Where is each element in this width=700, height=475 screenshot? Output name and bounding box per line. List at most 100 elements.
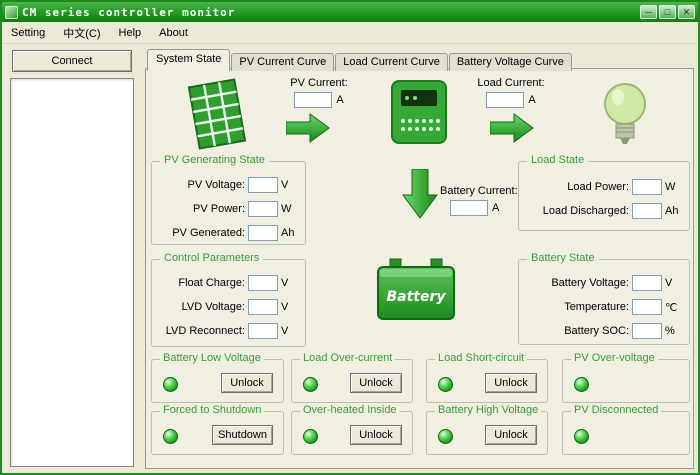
forced-to-shutdown-led (163, 429, 178, 444)
battery-low-voltage-led (163, 377, 178, 392)
temperature-row: Temperature: ℃ (527, 299, 681, 315)
temperature-unit: ℃ (665, 301, 681, 314)
menu-item-language[interactable]: 中文(C) (54, 22, 109, 44)
temperature-label: Temperature: (564, 301, 629, 313)
pv-power-row: PV Power: W (160, 201, 297, 217)
load-current-label: Load Current: (456, 77, 566, 89)
tab-battery-voltage-curve[interactable]: Battery Voltage Curve (449, 53, 572, 71)
pv-over-voltage-led (574, 377, 589, 392)
battery-icon: Battery (374, 255, 458, 323)
battery-current-label: Battery Current: (436, 185, 566, 197)
load-discharged-input[interactable] (632, 203, 662, 219)
arrow-down-icon (402, 169, 438, 219)
system-state-page: PV Current: A (145, 68, 694, 469)
tab-load-current-curve[interactable]: Load Current Curve (335, 53, 448, 71)
pv-voltage-label: PV Voltage: (188, 179, 246, 191)
alarm-battery-high-voltage: Battery High Voltage Unlock (426, 411, 548, 455)
alarm-load-short-circuit: Load Short-circuit Unlock (426, 359, 548, 403)
arrow-right-icon-2 (490, 113, 534, 143)
pv-generated-unit: Ah (281, 227, 297, 239)
load-power-input[interactable] (632, 179, 662, 195)
load-over-current-led (303, 377, 318, 392)
alarm-pv-disconnected-title: PV Disconnected (571, 404, 661, 416)
maximize-button[interactable]: □ (659, 5, 676, 19)
load-current-unit: A (528, 94, 535, 106)
battery-voltage-input[interactable] (632, 275, 662, 291)
float-charge-unit: V (281, 277, 297, 289)
tabstrip: System State PV Current Curve Load Curre… (147, 49, 573, 71)
load-current-block: Load Current: A (456, 77, 566, 108)
battery-current-input[interactable] (450, 200, 488, 216)
forced-to-shutdown-button[interactable]: Shutdown (212, 425, 273, 445)
menubar: Setting 中文(C) Help About (2, 22, 698, 44)
pv-current-unit: A (336, 94, 343, 106)
alarm-load-over-current-title: Load Over-current (300, 352, 395, 364)
solar-panel-icon (184, 75, 250, 153)
battery-low-voltage-unlock-button[interactable]: Unlock (221, 373, 273, 393)
load-power-label: Load Power: (567, 181, 629, 193)
pv-power-label: PV Power: (193, 203, 245, 215)
alarm-battery-low-voltage: Battery Low Voltage Unlock (151, 359, 284, 403)
load-short-circuit-unlock-button[interactable]: Unlock (485, 373, 537, 393)
lvd-voltage-unit: V (281, 301, 297, 313)
controller-icon (390, 79, 448, 145)
alarm-battery-high-voltage-title: Battery High Voltage (435, 404, 541, 416)
alarm-load-short-circuit-title: Load Short-circuit (435, 352, 527, 364)
app-icon (5, 6, 18, 19)
group-load-state-title: Load State (527, 154, 588, 166)
pv-generated-label: PV Generated: (172, 227, 245, 239)
alarm-pv-disconnected: PV Disconnected (562, 411, 690, 455)
pv-voltage-input[interactable] (248, 177, 278, 193)
battery-high-voltage-unlock-button[interactable]: Unlock (485, 425, 537, 445)
arrow-right-icon (286, 113, 330, 143)
lvd-reconnect-row: LVD Reconnect: V (160, 323, 297, 339)
menu-item-about[interactable]: About (150, 24, 197, 42)
menu-item-setting[interactable]: Setting (2, 24, 54, 42)
battery-voltage-row: Battery Voltage: V (527, 275, 681, 291)
pv-current-input[interactable] (294, 92, 332, 108)
load-power-unit: W (665, 181, 681, 193)
alarm-battery-low-voltage-title: Battery Low Voltage (160, 352, 264, 364)
tab-pv-current-curve[interactable]: PV Current Curve (231, 53, 334, 71)
alarm-pv-over-voltage-title: PV Over-voltage (571, 352, 658, 364)
over-heated-inside-led (303, 429, 318, 444)
lvd-voltage-input[interactable] (248, 299, 278, 315)
minimize-button[interactable]: ─ (640, 5, 657, 19)
lvd-reconnect-input[interactable] (248, 323, 278, 339)
close-button[interactable]: ✕ (678, 5, 695, 19)
device-listbox[interactable] (10, 78, 134, 467)
group-pv-generating-state: PV Generating State PV Voltage: V PV Pow… (151, 161, 306, 245)
float-charge-row: Float Charge: V (160, 275, 297, 291)
pv-generated-input[interactable] (248, 225, 278, 241)
window-title: CM series controller monitor (22, 6, 636, 19)
load-over-current-unlock-button[interactable]: Unlock (350, 373, 402, 393)
app-window: CM series controller monitor ─ □ ✕ Setti… (0, 0, 700, 475)
bulb-icon (602, 81, 648, 151)
float-charge-label: Float Charge: (178, 277, 245, 289)
tab-system-state[interactable]: System State (147, 49, 230, 71)
menu-item-help[interactable]: Help (110, 24, 151, 42)
temperature-input[interactable] (632, 299, 662, 315)
pv-voltage-row: PV Voltage: V (160, 177, 297, 193)
over-heated-inside-unlock-button[interactable]: Unlock (350, 425, 402, 445)
group-pv-generating-state-title: PV Generating State (160, 154, 269, 166)
connect-button[interactable]: Connect (12, 50, 132, 72)
alarm-load-over-current: Load Over-current Unlock (291, 359, 413, 403)
battery-current-unit: A (492, 202, 499, 214)
group-control-parameters-title: Control Parameters (160, 252, 263, 264)
pv-power-input[interactable] (248, 201, 278, 217)
pv-generated-row: PV Generated: Ah (160, 225, 297, 241)
load-current-input[interactable] (486, 92, 524, 108)
pv-disconnected-led (574, 429, 589, 444)
battery-voltage-unit: V (665, 277, 681, 289)
pv-power-unit: W (281, 203, 297, 215)
titlebar: CM series controller monitor ─ □ ✕ (2, 2, 698, 22)
group-battery-state-title: Battery State (527, 252, 599, 264)
battery-current-block: Battery Current: A (436, 185, 566, 216)
alarm-pv-over-voltage: PV Over-voltage (562, 359, 690, 403)
lvd-reconnect-label: LVD Reconnect: (166, 325, 245, 337)
battery-soc-input[interactable] (632, 323, 662, 339)
float-charge-input[interactable] (248, 275, 278, 291)
battery-high-voltage-led (438, 429, 453, 444)
group-battery-state: Battery State Battery Voltage: V Tempera… (518, 259, 690, 345)
